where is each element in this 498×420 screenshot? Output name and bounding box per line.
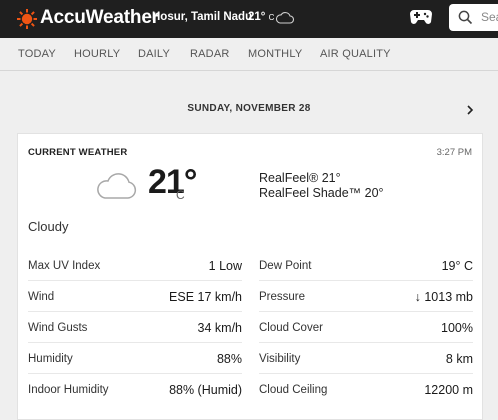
- tab-daily[interactable]: DAILY: [138, 48, 170, 60]
- realfeel-block: RealFeel® 21° RealFeel Shade™ 20°: [259, 171, 384, 201]
- detail-value: 12200 m: [424, 383, 473, 397]
- detail-value: 100%: [441, 321, 473, 335]
- detail-value: 88% (Humid): [169, 383, 242, 397]
- sun-logo-icon[interactable]: [17, 9, 37, 29]
- cloud-icon: [97, 173, 137, 199]
- detail-value: 88%: [216, 352, 242, 366]
- detail-label: Dew Point: [259, 260, 312, 272]
- realfeel-shade-value: RealFeel Shade™ 20°: [259, 186, 384, 200]
- detail-row-wind: Wind ESE 17 km/h: [28, 281, 242, 312]
- forecast-nav: TODAY HOURLY DAILY RADAR MONTHLY AIR QUA…: [0, 38, 498, 71]
- detail-row-cloud-ceiling: Cloud Ceiling 12200 m: [259, 374, 473, 405]
- tab-monthly[interactable]: MONTHLY: [248, 48, 302, 60]
- brand-logo[interactable]: AccuWeather: [40, 7, 159, 29]
- card-title: CURRENT WEATHER: [28, 147, 128, 158]
- weather-phrase: Cloudy: [28, 219, 69, 234]
- detail-row-indoor-humidity: Indoor Humidity 88% (Humid): [28, 374, 242, 405]
- detail-value: 19° C: [441, 259, 473, 273]
- search-input[interactable]: Search: [449, 4, 498, 31]
- detail-label: Max UV Index: [28, 260, 101, 272]
- date-label: SUNDAY, NOVEMBER 28: [187, 103, 311, 114]
- details-right-column: Dew Point 19° C Pressure ↓ 1013 mb Cloud…: [259, 250, 473, 405]
- detail-label: Wind Gusts: [28, 322, 88, 334]
- detail-label: Pressure: [259, 291, 306, 303]
- cloud-icon: [276, 12, 294, 24]
- current-weather-card: CURRENT WEATHER 3:27 PM 21° C RealFeel® …: [17, 133, 483, 420]
- header-temperature[interactable]: 21° C: [248, 11, 274, 23]
- detail-label: Cloud Cover: [259, 322, 323, 334]
- detail-row-wind-gusts: Wind Gusts 34 km/h: [28, 312, 242, 343]
- detail-label: Cloud Ceiling: [259, 384, 328, 396]
- chevron-right-icon[interactable]: [465, 104, 475, 116]
- top-header: AccuWeather Hosur, Tamil Nadu 21° C Sear…: [0, 0, 498, 38]
- detail-value: ↓ 1013 mb: [414, 290, 473, 304]
- detail-value: 34 km/h: [197, 321, 242, 335]
- detail-label: Humidity: [28, 353, 73, 365]
- detail-value: 8 km: [445, 352, 473, 366]
- tab-air-quality[interactable]: AIR QUALITY: [320, 48, 391, 60]
- temperature-unit: C: [176, 188, 185, 202]
- detail-row-visibility: Visibility 8 km: [259, 343, 473, 374]
- tab-radar[interactable]: RADAR: [190, 48, 230, 60]
- details-left-column: Max UV Index 1 Low Wind ESE 17 km/h Wind…: [28, 250, 242, 405]
- detail-row-cloud-cover: Cloud Cover 100%: [259, 312, 473, 343]
- tab-today[interactable]: TODAY: [18, 48, 56, 60]
- detail-label: Wind: [28, 291, 55, 303]
- detail-row-pressure: Pressure ↓ 1013 mb: [259, 281, 473, 312]
- detail-value: ESE 17 km/h: [169, 290, 242, 304]
- detail-row-humidity: Humidity 88%: [28, 343, 242, 374]
- current-temperature: 21°: [148, 163, 197, 201]
- search-placeholder: Search: [481, 10, 498, 24]
- detail-label: Visibility: [259, 353, 301, 365]
- location-link[interactable]: Hosur, Tamil Nadu: [152, 11, 252, 23]
- realfeel-value: RealFeel® 21°: [259, 171, 341, 185]
- detail-row-dew-point: Dew Point 19° C: [259, 250, 473, 281]
- search-icon: [458, 10, 473, 25]
- detail-value: 1 Low: [208, 259, 242, 273]
- date-header: SUNDAY, NOVEMBER 28: [0, 103, 498, 117]
- tab-hourly[interactable]: HOURLY: [74, 48, 120, 60]
- detail-row-max-uv: Max UV Index 1 Low: [28, 250, 242, 281]
- observation-time: 3:27 PM: [436, 147, 472, 158]
- gamepad-icon[interactable]: [409, 7, 433, 27]
- detail-label: Indoor Humidity: [28, 384, 109, 396]
